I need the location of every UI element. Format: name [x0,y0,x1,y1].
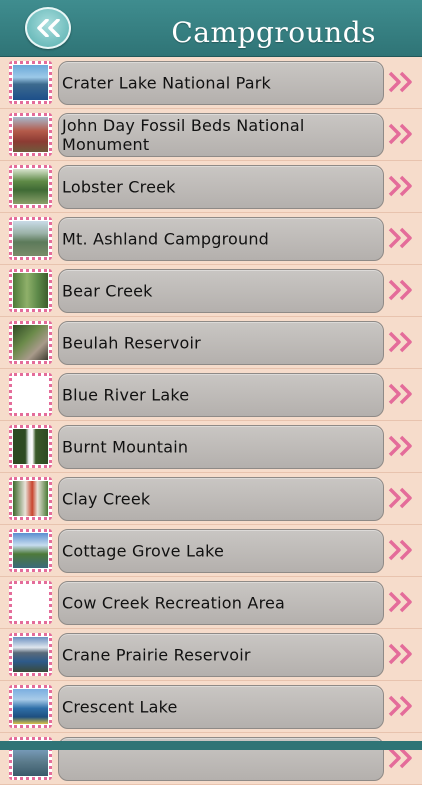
item-button[interactable]: Crater Lake National Park [58,61,384,105]
list-item[interactable]: Bear Creek [0,265,422,317]
double-chevron-right-icon[interactable] [388,434,414,458]
item-label: Clay Creek [62,489,151,509]
list-item[interactable]: John Day Fossil Beds National Monument [0,109,422,161]
item-label: Blue River Lake [62,385,190,405]
thumbnail-image [9,269,52,312]
double-chevron-right-icon[interactable] [388,70,414,94]
thumbnail-image [9,425,52,468]
thumbnail-image [9,61,52,104]
item-button[interactable]: Beulah Reservoir [58,321,384,365]
item-label: John Day Fossil Beds National Monument [62,116,305,154]
page-title: Campgrounds [171,16,376,49]
item-label: Crater Lake National Park [62,73,272,93]
item-label: Crane Prairie Reservoir [62,645,251,665]
double-chevron-right-icon[interactable] [388,330,414,354]
item-button[interactable]: Crane Prairie Reservoir [58,633,384,677]
list-item[interactable]: Lobster Creek [0,161,422,213]
thumbnail-image [9,217,52,260]
item-label: Cow Creek Recreation Area [62,593,286,613]
item-button[interactable]: Burnt Mountain [58,425,384,469]
list-item[interactable]: Mt. Ashland Campground [0,213,422,265]
list-item[interactable]: Cow Creek Recreation Area [0,577,422,629]
double-chevron-right-icon[interactable] [388,538,414,562]
list-item[interactable]: Blue River Lake [0,369,422,421]
item-label: Mt. Ashland Campground [62,229,270,249]
item-button[interactable]: Cow Creek Recreation Area [58,581,384,625]
double-chevron-right-icon[interactable] [388,590,414,614]
bottom-bar [0,741,422,750]
list-item[interactable]: Clay Creek [0,473,422,525]
list-item[interactable]: Beulah Reservoir [0,317,422,369]
item-button[interactable]: Bear Creek [58,269,384,313]
double-chevron-right-icon[interactable] [388,642,414,666]
item-label: Crescent Lake [62,697,178,717]
double-chevron-right-icon[interactable] [388,694,414,718]
double-chevron-right-icon[interactable] [388,174,414,198]
item-button[interactable]: Mt. Ashland Campground [58,217,384,261]
double-chevron-left-icon [37,19,60,37]
item-label: Cottage Grove Lake [62,541,225,561]
double-chevron-right-icon[interactable] [388,226,414,250]
item-button[interactable]: Clay Creek [58,477,384,521]
item-label: Beulah Reservoir [62,333,201,353]
list-item[interactable]: Crane Prairie Reservoir [0,629,422,681]
thumbnail-image [9,633,52,676]
item-button[interactable]: Crescent Lake [58,685,384,729]
double-chevron-right-icon[interactable] [388,382,414,406]
item-label: Bear Creek [62,281,153,301]
item-label: Lobster Creek [62,177,176,197]
thumbnail-image [9,581,52,624]
item-button[interactable]: Cottage Grove Lake [58,529,384,573]
campground-list: Crater Lake National Park John Day Fossi… [0,57,422,785]
list-item[interactable]: Crater Lake National Park [0,57,422,109]
thumbnail-image [9,529,52,572]
thumbnail-image [9,113,52,156]
double-chevron-right-icon[interactable] [388,122,414,146]
back-button[interactable] [25,7,71,49]
item-label: Burnt Mountain [62,437,189,457]
thumbnail-image [9,685,52,728]
double-chevron-right-icon[interactable] [388,278,414,302]
app-header: Campgrounds [0,0,422,57]
list-item[interactable]: Cottage Grove Lake [0,525,422,577]
thumbnail-image [9,373,52,416]
item-button[interactable]: John Day Fossil Beds National Monument [58,113,384,157]
double-chevron-right-icon[interactable] [388,486,414,510]
list-item[interactable]: Burnt Mountain [0,421,422,473]
list-item[interactable]: Crescent Lake [0,681,422,733]
thumbnail-image [9,477,52,520]
item-button[interactable]: Lobster Creek [58,165,384,209]
thumbnail-image [9,321,52,364]
item-button[interactable]: Blue River Lake [58,373,384,417]
thumbnail-image [9,165,52,208]
